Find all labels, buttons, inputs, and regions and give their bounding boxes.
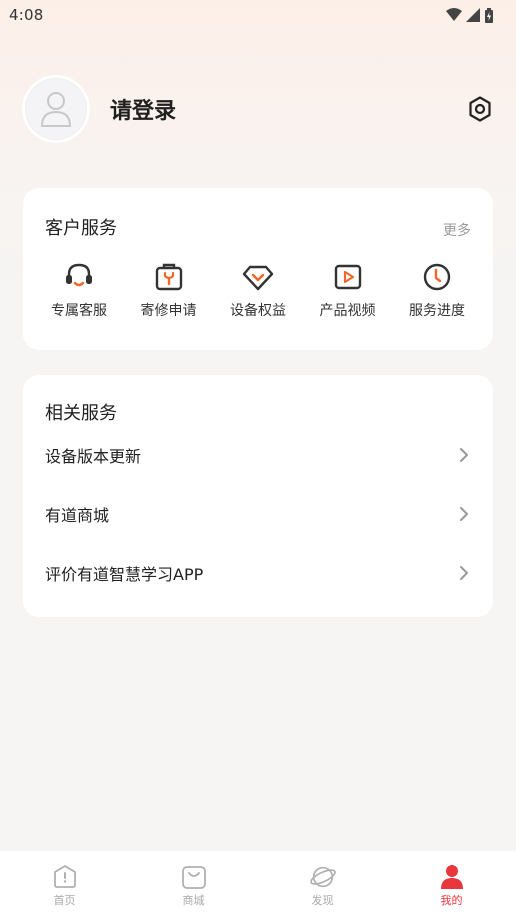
nav-tab-home[interactable]: 首页 (0, 851, 129, 919)
nav-label: 我的 (440, 894, 463, 907)
bottom-nav: 首页 商城 发现 我的 (0, 851, 516, 919)
clock-icon (420, 260, 454, 294)
nav-tab-mall[interactable]: 商城 (129, 851, 258, 919)
status-time: 4:08 (9, 6, 44, 24)
list-item-label: 评价有道智慧学习APP (45, 564, 204, 584)
service-label: 服务进度 (409, 303, 465, 319)
chevron-right-icon (460, 506, 468, 521)
shopping-bag-icon (180, 863, 208, 891)
login-prompt[interactable]: 请登录 (110, 93, 176, 125)
list-item-label: 有道商城 (45, 505, 110, 525)
nav-tab-mine[interactable]: 我的 (387, 851, 516, 919)
list-item-youdao-mall[interactable]: 有道商城 (23, 484, 493, 543)
diamond-icon (241, 260, 275, 294)
service-label: 专属客服 (51, 303, 107, 319)
service-repair-request[interactable]: 寄修申请 (129, 260, 209, 320)
profile-header: 请登录 (22, 75, 494, 143)
status-bar: 4:08 (0, 0, 516, 30)
list-item-rate-app[interactable]: 评价有道智慧学习APP (23, 543, 493, 602)
status-icons (446, 7, 494, 23)
list-item-label: 设备版本更新 (45, 446, 142, 466)
service-label: 寄修申请 (140, 303, 197, 319)
service-label: 设备权益 (230, 303, 286, 319)
video-icon (331, 260, 365, 294)
service-device-benefits[interactable]: 设备权益 (218, 260, 298, 320)
nav-tab-discover[interactable]: 发现 (258, 851, 387, 919)
repair-box-icon (152, 260, 186, 294)
service-progress[interactable]: 服务进度 (397, 260, 477, 320)
signal-icon (466, 8, 480, 22)
settings-button[interactable] (466, 95, 494, 123)
chevron-right-icon (460, 565, 468, 580)
screen: 4:08 请登录 客户服务 更多 专属客服 寄修申请 设备权益 产品视频 服务进… (0, 0, 516, 919)
default-avatar-icon (40, 92, 72, 127)
customer-service-list: 专属客服 寄修申请 设备权益 产品视频 服务进度 (39, 260, 477, 320)
related-services-card: 相关服务 设备版本更新 有道商城 评价有道智慧学习APP (23, 375, 493, 617)
person-icon (438, 863, 466, 891)
customer-service-title: 客户服务 (45, 218, 117, 239)
service-exclusive-support[interactable]: 专属客服 (39, 260, 119, 320)
nav-label: 发现 (311, 894, 334, 907)
related-services-list: 设备版本更新 有道商城 评价有道智慧学习APP (23, 425, 493, 602)
chevron-right-icon (460, 447, 468, 462)
nav-label: 首页 (53, 894, 76, 907)
planet-icon (309, 863, 337, 891)
avatar[interactable] (22, 75, 90, 143)
related-services-title: 相关服务 (45, 403, 117, 424)
list-item-device-update[interactable]: 设备版本更新 (23, 425, 493, 484)
headset-icon (62, 260, 96, 294)
wifi-icon (446, 8, 462, 21)
customer-service-card: 客户服务 更多 专属客服 寄修申请 设备权益 产品视频 服务进度 (23, 188, 493, 350)
service-label: 产品视频 (319, 303, 376, 319)
service-product-video[interactable]: 产品视频 (308, 260, 388, 320)
more-link[interactable]: 更多 (443, 220, 471, 240)
settings-icon (469, 96, 491, 122)
home-icon (51, 863, 79, 891)
nav-label: 商城 (182, 894, 205, 907)
battery-icon (485, 7, 493, 23)
